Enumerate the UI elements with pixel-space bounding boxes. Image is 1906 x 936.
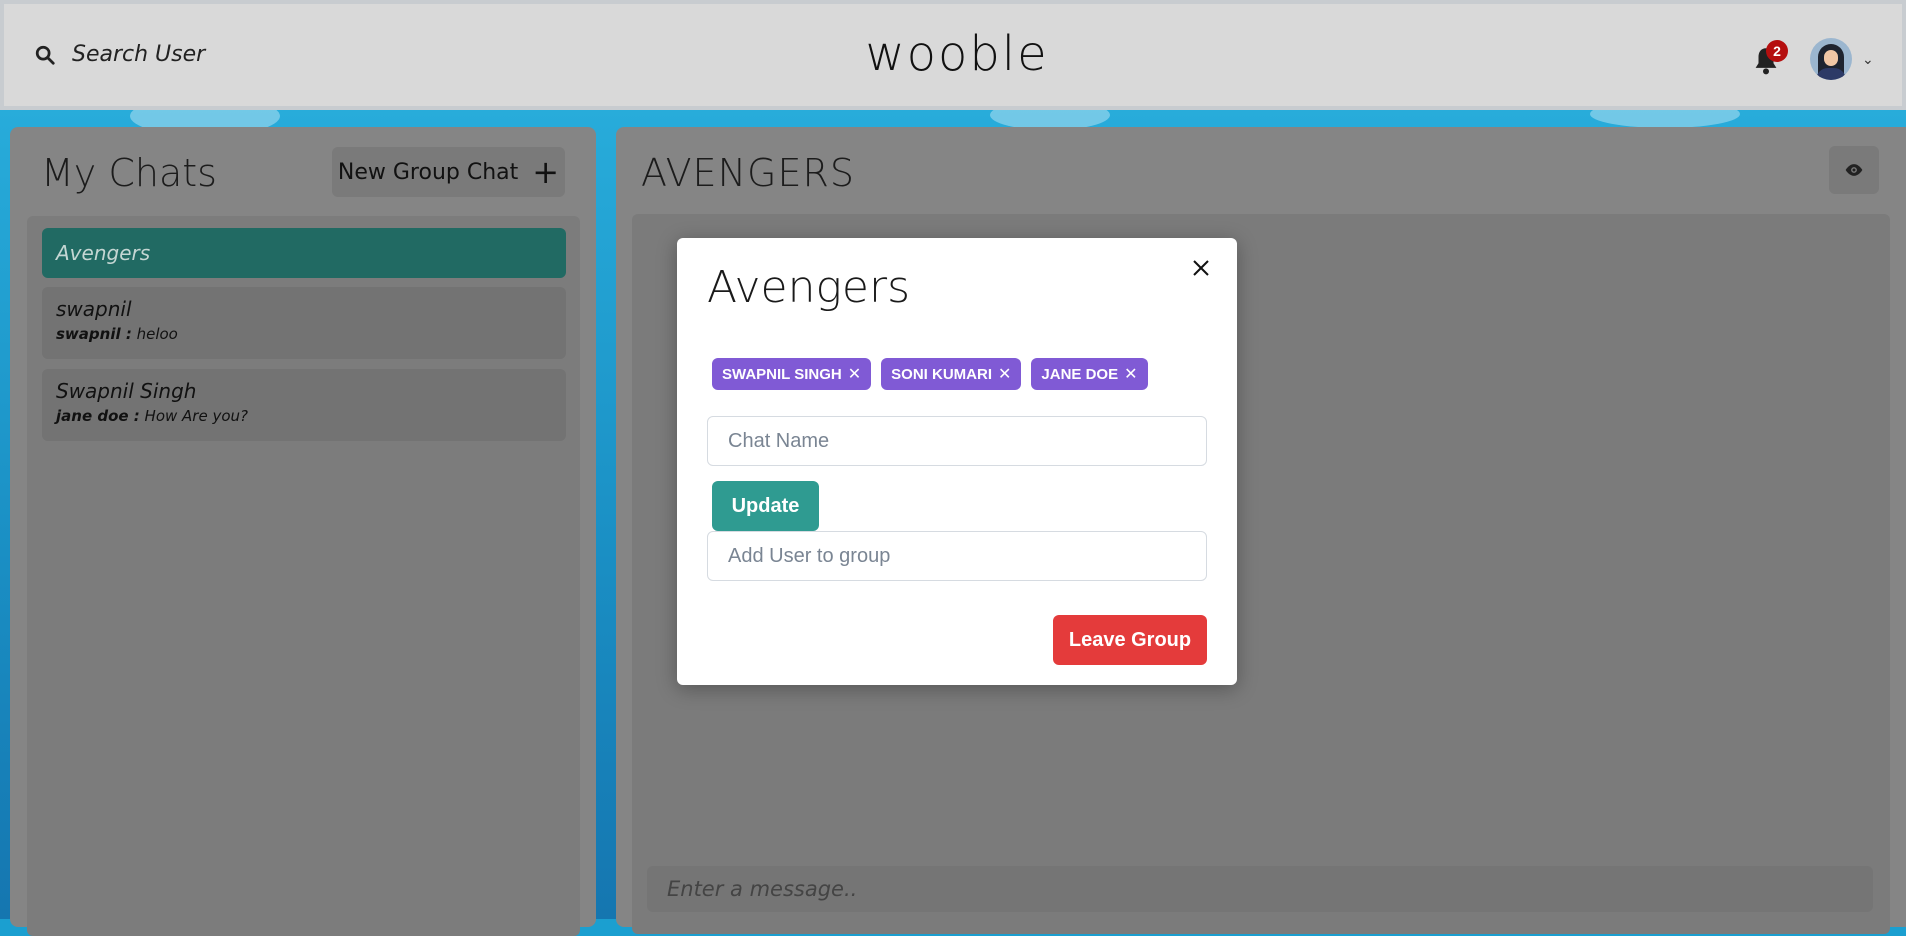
close-icon [1193,260,1209,276]
modal-title: Avengers [707,262,911,313]
add-user-input[interactable] [707,531,1207,581]
chat-name-input[interactable] [707,416,1207,466]
update-button[interactable]: Update [712,481,819,531]
member-tag-label: JANE DOE [1041,365,1119,383]
member-tag-label: SONI KUMARI [891,365,992,383]
remove-member-icon[interactable]: ✕ [848,364,861,384]
leave-group-button[interactable]: Leave Group [1053,615,1207,665]
member-tag[interactable]: SONI KUMARI ✕ [881,358,1022,390]
member-tag[interactable]: JANE DOE ✕ [1031,358,1148,390]
member-tags: SWAPNIL SINGH ✕ SONI KUMARI ✕ JANE DOE ✕ [712,358,1148,390]
member-tag[interactable]: SWAPNIL SINGH ✕ [712,358,872,390]
group-chat-modal: Avengers SWAPNIL SINGH ✕ SONI KUMARI ✕ J… [677,238,1237,685]
remove-member-icon[interactable]: ✕ [998,364,1011,384]
member-tag-label: SWAPNIL SINGH [722,365,842,383]
remove-member-icon[interactable]: ✕ [1124,364,1137,384]
modal-close-button[interactable] [1187,254,1215,282]
